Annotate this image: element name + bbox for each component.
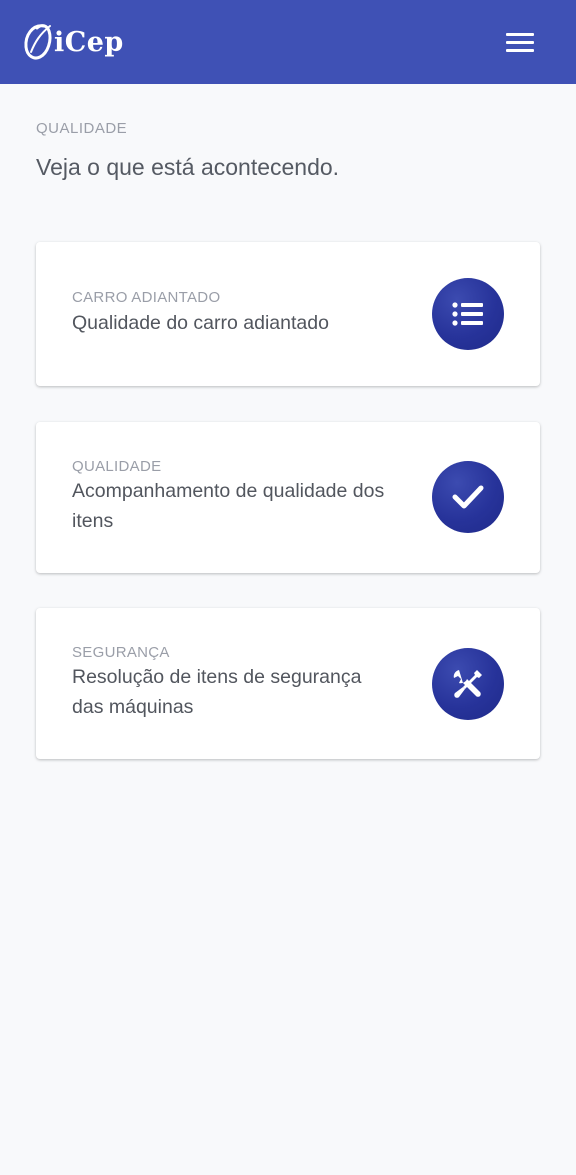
list-icon <box>432 278 504 350</box>
section-label: QUALIDADE <box>36 120 128 137</box>
card-kicker: CARRO ADIANTADO <box>72 289 221 306</box>
app-logo[interactable]: iCep <box>22 20 124 64</box>
card-seguranca[interactable]: SEGURANÇA Resolução de itens de seguranç… <box>36 608 540 759</box>
card-title: Resolução de itens de segurança das máqu… <box>72 666 362 718</box>
hamburger-menu-icon[interactable] <box>506 30 536 54</box>
app-header: iCep <box>0 0 576 84</box>
card-qualidade[interactable]: QUALIDADE Acompanhamento de qualidade do… <box>36 422 540 573</box>
logo-swirl-icon <box>24 24 52 60</box>
card-title: Acompanhamento de qualidade dos itens <box>72 480 385 532</box>
card-kicker: QUALIDADE <box>72 458 162 475</box>
tools-icon <box>432 648 504 720</box>
card-title: Qualidade do carro adiantado <box>72 312 329 334</box>
check-icon <box>432 461 504 533</box>
card-carro-adiantado[interactable]: CARRO ADIANTADO Qualidade do carro adian… <box>36 242 540 386</box>
card-kicker: SEGURANÇA <box>72 644 170 661</box>
page-subtitle: Veja o que está acontecendo. <box>36 154 340 180</box>
app-name: iCep <box>54 26 124 58</box>
